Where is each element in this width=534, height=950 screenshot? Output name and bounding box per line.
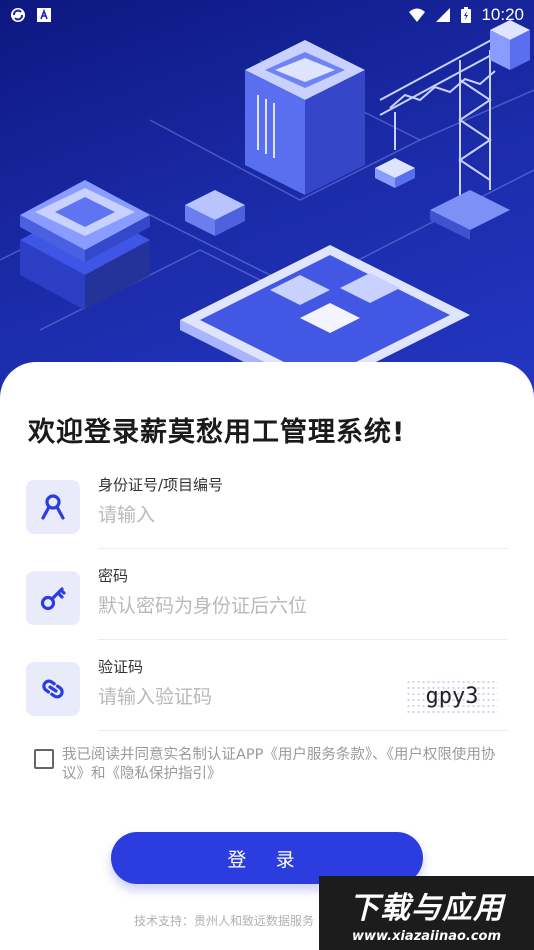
person-icon <box>26 480 80 534</box>
status-bar: 10:20 <box>0 0 534 30</box>
battery-icon <box>461 7 472 23</box>
clock: 10:20 <box>481 5 524 24</box>
divider <box>98 639 508 640</box>
id-number-label: 身份证号/项目编号 <box>98 476 224 494</box>
watermark-url: www.xiazaiinao.com <box>351 928 502 944</box>
keyboard-icon <box>37 8 51 22</box>
captcha-label: 验证码 <box>98 658 144 676</box>
id-number-field: 身份证号/项目编号 <box>26 464 508 554</box>
captcha-input[interactable] <box>98 680 388 714</box>
support-text: 技术支持：贵州人和致远数据服务 <box>134 914 315 928</box>
link-icon <box>26 662 80 716</box>
login-card: 欢迎登录薪莫愁用工管理系统! 身份证号/项目编号 密码 <box>0 362 534 950</box>
isometric-illustration <box>0 20 534 400</box>
wifi-icon <box>409 8 426 22</box>
agreement-text[interactable]: 我已阅读并同意实名制认证APP《用户服务条款》、《用户权限使用协议》和《隐私保护… <box>62 746 504 784</box>
page-title: 欢迎登录薪莫愁用工管理系统! <box>28 417 406 448</box>
watermark-main: 下载与应用 <box>349 890 504 926</box>
agreement: 我已阅读并同意实名制认证APP《用户服务条款》、《用户权限使用协议》和《隐私保护… <box>34 746 504 784</box>
sync-icon <box>11 8 25 22</box>
captcha-image[interactable]: gpy3 <box>406 679 498 713</box>
password-field: 密码 <box>26 555 508 645</box>
divider <box>98 548 508 549</box>
captcha-field: 验证码 gpy3 <box>26 646 508 736</box>
signal-icon <box>436 8 451 22</box>
watermark-logo: 下载与应用 www.xiazaiinao.com <box>319 876 534 950</box>
agreement-checkbox[interactable] <box>34 749 54 769</box>
password-label: 密码 <box>98 567 129 585</box>
key-icon <box>26 571 80 625</box>
divider <box>98 730 508 731</box>
id-number-input[interactable] <box>98 498 508 532</box>
hero-illustration <box>0 0 534 420</box>
password-input[interactable] <box>98 589 508 623</box>
